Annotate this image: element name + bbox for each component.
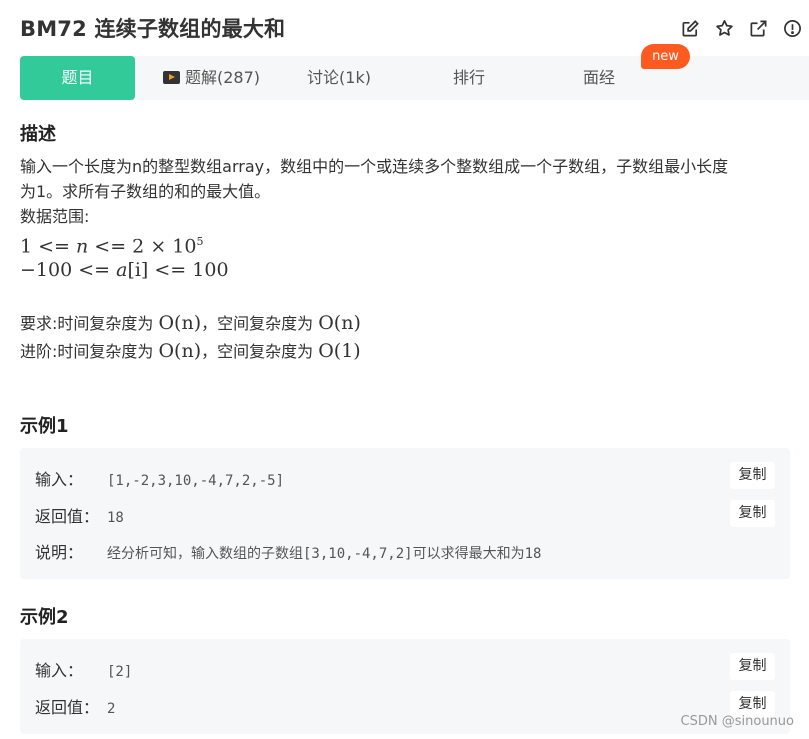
explain-value: 经分析可知，输入数组的子数组[3,10,-4,7,2]可以求得最大和为18	[107, 546, 542, 562]
description-body: 输入一个长度为n的整型数组array，数组中的一个或连续多个整数组成一个子数组，…	[20, 154, 800, 367]
output-value: 18	[107, 510, 124, 526]
tab-ranking-label: 排行	[452, 68, 485, 87]
copy-input-button[interactable]: 复制	[730, 653, 775, 680]
input-value: [2]	[107, 664, 133, 680]
description-heading: 描述	[20, 124, 56, 145]
output-label: 返回值：	[35, 698, 100, 717]
example-explain-row: 说明： 经分析可知，输入数组的子数组[3,10,-4,7,2]可以求得最大和为18	[35, 539, 541, 563]
example-1-box: 输入： [1,-2,3,10,-4,7,2,-5] 复制 返回值： 18 复制 说明…	[20, 448, 790, 579]
edit-icon[interactable]	[673, 17, 707, 39]
example-1-heading: 示例1	[20, 416, 69, 437]
explain-label: 说明：	[35, 543, 84, 562]
tab-discussion[interactable]: 讨论(1k)	[300, 56, 378, 100]
tab-solutions-label: 题解(287)	[184, 68, 261, 87]
output-value: 2	[107, 701, 116, 717]
example-2-heading: 示例2	[20, 607, 69, 628]
output-label: 返回值：	[35, 507, 100, 526]
info-icon[interactable]	[775, 17, 809, 39]
header-actions	[673, 17, 809, 39]
tab-interview-label: 面经	[582, 68, 615, 87]
star-icon[interactable]	[707, 17, 741, 39]
example-output-row: 返回值： 2	[35, 694, 115, 718]
tab-solutions[interactable]: 题解(287)	[159, 56, 264, 100]
input-label: 输入：	[35, 470, 84, 489]
description-line: 输入一个长度为n的整型数组array，数组中的一个或连续多个整数组成一个子数组，…	[20, 157, 729, 176]
advanced-line: 进阶:时间复杂度为 O(n)，空间复杂度为 O(1)	[20, 340, 361, 362]
input-label: 输入：	[35, 661, 84, 680]
watermark: CSDN @sinounuo	[680, 714, 794, 729]
input-value: [1,-2,3,10,-4,7,2,-5]	[107, 473, 285, 489]
tab-ranking[interactable]: 排行	[448, 56, 490, 100]
example-2-box: 输入： [2] 复制 返回值： 2 复制	[20, 639, 790, 734]
copy-input-button[interactable]: 复制	[730, 462, 775, 489]
range-constraint-n: 1 <= n <= 2 × 105	[20, 235, 204, 258]
example-input-row: 输入： [2]	[35, 657, 132, 681]
problem-title: BM72 连续子数组的最大和	[20, 17, 286, 41]
requirement-line: 要求:时间复杂度为 O(n)，空间复杂度为 O(n)	[20, 312, 361, 334]
tab-problem[interactable]: 题目	[20, 56, 135, 100]
example-input-row: 输入： [1,-2,3,10,-4,7,2,-5]	[35, 466, 284, 490]
tab-bar: 题目 题解(287) 讨论(1k) 排行 面经	[20, 56, 809, 100]
description-line: 为1。求所有子数组的和的最大值。	[20, 182, 271, 201]
tab-interview[interactable]: 面经	[576, 56, 622, 100]
range-label: 数据范围:	[20, 207, 90, 226]
example-output-row: 返回值： 18	[35, 503, 124, 527]
range-constraint-a: −100 <= a[i] <= 100	[20, 259, 229, 281]
external-link-icon[interactable]	[741, 17, 775, 39]
video-play-icon	[162, 71, 180, 84]
tab-discussion-label: 讨论(1k)	[307, 68, 371, 87]
new-badge: new	[641, 44, 690, 69]
problem-header: BM72 连续子数组的最大和	[0, 0, 809, 56]
copy-output-button[interactable]: 复制	[730, 500, 775, 527]
tab-problem-label: 题目	[61, 68, 94, 87]
